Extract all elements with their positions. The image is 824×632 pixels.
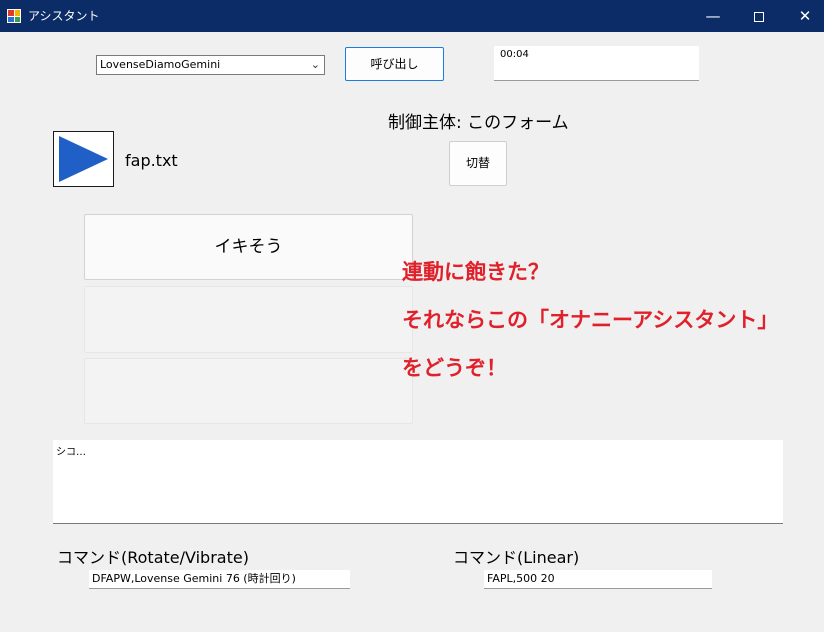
linear-command-field[interactable]: FAPL,500 20 bbox=[484, 570, 712, 589]
device-select-value: LovenseDiamoGemini bbox=[100, 58, 221, 71]
rotate-command-field[interactable]: DFAPW,Lovense Gemini 76 (時計回り) bbox=[89, 570, 350, 589]
title-bar: アシスタント — ✕ bbox=[0, 0, 824, 32]
play-button[interactable] bbox=[53, 131, 114, 187]
linear-command-label: コマンド(Linear) bbox=[453, 548, 580, 567]
promo-line-2: それならこの「オナニーアシスタント」 bbox=[402, 308, 779, 332]
action-button-3[interactable] bbox=[84, 358, 413, 424]
switch-button[interactable]: 切替 bbox=[449, 141, 507, 186]
app-icon bbox=[7, 9, 21, 23]
call-button[interactable]: 呼び出し bbox=[345, 47, 444, 81]
close-button[interactable]: ✕ bbox=[782, 0, 824, 32]
control-owner-label: 制御主体: このフォーム bbox=[388, 113, 569, 133]
log-textbox[interactable]: シコ… bbox=[53, 440, 783, 524]
action-button-2[interactable] bbox=[84, 286, 413, 353]
climax-button[interactable]: イキそう bbox=[84, 214, 413, 280]
maximize-icon bbox=[754, 11, 764, 22]
minimize-button[interactable]: — bbox=[690, 0, 736, 32]
file-name-label: fap.txt bbox=[125, 151, 178, 170]
device-select[interactable]: LovenseDiamoGemini ⌄ bbox=[96, 55, 325, 75]
promo-line-1: 連動に飽きた？ bbox=[402, 260, 549, 284]
window-title: アシスタント bbox=[28, 9, 100, 23]
promo-line-3: をどうぞ！ bbox=[402, 356, 507, 380]
chevron-down-icon: ⌄ bbox=[310, 58, 320, 71]
maximize-button[interactable] bbox=[736, 0, 782, 32]
promo-text: 連動に飽きた？ それならこの「オナニーアシスタント」 をどうぞ！ bbox=[402, 256, 778, 400]
rotate-command-label: コマンド(Rotate/Vibrate) bbox=[57, 548, 249, 567]
timer-field[interactable]: 00:04 bbox=[494, 46, 699, 81]
play-icon bbox=[59, 136, 108, 182]
